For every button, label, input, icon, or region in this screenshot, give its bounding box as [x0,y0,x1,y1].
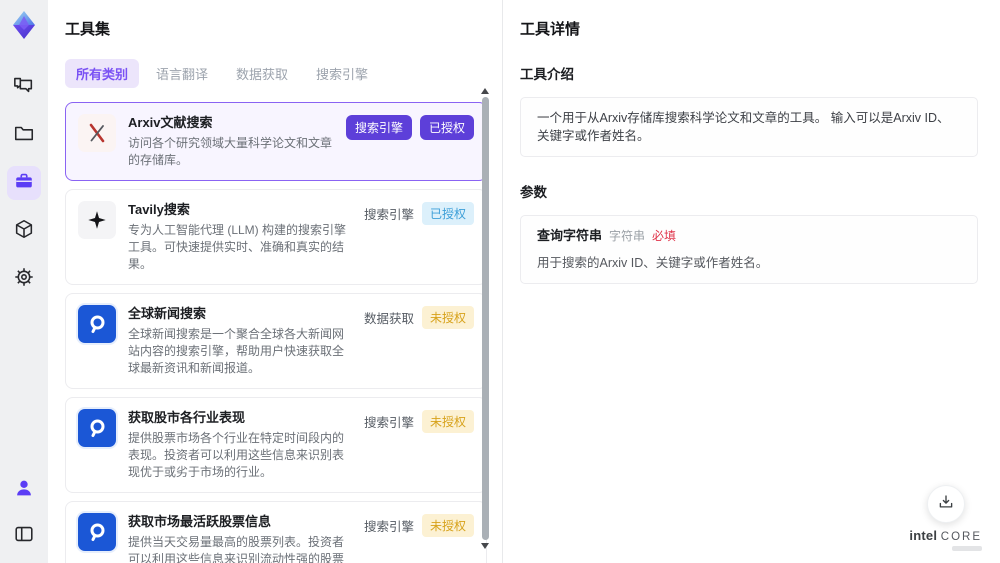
tab-all-categories[interactable]: 所有类别 [65,59,140,88]
search-q-icon [78,409,116,447]
param-required-badge: 必填 [652,229,677,243]
category-tag[interactable]: 搜索引擎 [345,115,412,140]
scroll-up-arrow-icon[interactable] [481,88,489,94]
param-description: 用于搜索的Arxiv ID、关键字或作者姓名。 [537,256,769,270]
param-name: 查询字符串 [537,228,603,243]
app-window: 工具集 所有类别 语言翻译 数据获取 搜索引擎 Arxiv文献搜索 访问各个研究… [0,0,1000,563]
tools-panel: 工具集 所有类别 语言翻译 数据获取 搜索引擎 Arxiv文献搜索 访问各个研究… [48,0,503,563]
download-icon [937,493,955,516]
tool-description: 专为人工智能代理 (LLM) 构建的搜索引擎工具。可快速提供实时、准确和真实的结… [128,223,347,271]
search-q-icon [78,513,116,551]
category-tag: 搜索引擎 [363,416,414,430]
sidebar [0,0,48,563]
tool-description: 全球新闻搜索是一个聚合全球各大新闻网站内容的搜索引擎，帮助用户快速获取全球最新资… [128,327,345,375]
tab-language-translation[interactable]: 语言翻译 [145,59,219,88]
tool-card-most-active-stocks[interactable]: 获取市场最活跃股票信息 提供当天交易量最高的股票列表。投资者可以利用这些信息来识… [65,501,487,563]
tool-card-sector-performance[interactable]: 获取股市各行业表现 提供股票市场各个行业在特定时间段内的表现。投资者可以利用这些… [65,397,487,493]
tab-data-acquisition[interactable]: 数据获取 [225,59,299,88]
briefcase-icon [13,170,35,197]
status-badge-authorized[interactable]: 已授权 [419,115,474,140]
panel-layout-icon [13,523,35,550]
sidebar-item-settings[interactable] [7,262,41,296]
folder-icon [13,122,35,149]
category-tag: 搜索引擎 [363,520,414,534]
user-icon [13,477,35,504]
intel-logo-text: intel [909,528,938,543]
tool-name: Tavily搜索 [128,202,190,217]
sidebar-item-chat[interactable] [7,70,41,104]
app-logo-icon [7,8,41,42]
tool-details-panel: 工具详情 工具介绍 一个用于从Arxiv存储库搜索科学论文和文章的工具。 输入可… [503,0,1000,563]
sidebar-item-toolbox[interactable] [7,166,41,200]
tool-name: 获取市场最活跃股票信息 [128,514,272,529]
tool-name: Arxiv文献搜索 [128,115,213,130]
status-badge-authorized: 已授权 [421,202,474,225]
tab-search-engine[interactable]: 搜索引擎 [305,59,379,88]
intel-core-logo: intel CORE [909,529,982,551]
tavily-star-icon [78,201,116,239]
cube-icon [13,218,35,245]
gear-icon [13,266,35,293]
core-logo-text: CORE [940,531,982,543]
sidebar-item-models[interactable] [7,214,41,248]
details-title: 工具详情 [520,21,581,38]
sidebar-nav [7,70,41,296]
intel-logo-subtext [952,546,982,551]
tool-description: 提供股票市场各个行业在特定时间段内的表现。投资者可以利用这些信息来识别表现优于或… [128,431,345,479]
scroll-down-arrow-icon[interactable] [481,543,489,549]
status-badge-unauthorized: 未授权 [421,306,474,329]
scrollbar-thumb[interactable] [481,97,489,540]
scrollbar[interactable] [481,88,489,549]
tool-name: 获取股市各行业表现 [128,410,246,425]
tool-card-arxiv[interactable]: Arxiv文献搜索 访问各个研究领域大量科学论文和文章的存储库。 搜索引擎 已授… [65,102,487,181]
arxiv-logo-icon [78,114,116,152]
sidebar-item-account[interactable] [7,473,41,507]
category-tag: 搜索引擎 [363,208,414,222]
tool-name: 全球新闻搜索 [128,306,207,321]
tool-description: 访问各个研究领域大量科学论文和文章的存储库。 [128,136,333,167]
params-section-title: 参数 [520,185,547,200]
page-title: 工具集 [65,21,111,38]
intro-section-title: 工具介绍 [520,67,574,82]
status-badge-unauthorized: 未授权 [421,514,474,537]
chat-icon [13,74,35,101]
tool-list: Arxiv文献搜索 访问各个研究领域大量科学论文和文章的存储库。 搜索引擎 已授… [65,102,487,563]
tool-description: 提供当天交易量最高的股票列表。投资者可以利用这些信息来识别流动性强的股票和潜在的… [128,535,345,563]
param-type: 字符串 [609,229,646,243]
sidebar-item-collapse[interactable] [7,519,41,553]
download-button[interactable] [926,485,965,523]
parameter-card: 查询字符串 字符串 必填 用于搜索的Arxiv ID、关键字或作者姓名。 [520,215,978,284]
category-tag: 数据获取 [363,312,414,326]
tool-intro-text: 一个用于从Arxiv存储库搜索科学论文和文章的工具。 输入可以是Arxiv ID… [520,97,978,157]
floating-tools: intel CORE [909,485,982,551]
sidebar-bottom [7,473,41,553]
sidebar-item-files[interactable] [7,118,41,152]
search-q-icon [78,305,116,343]
tool-card-tavily[interactable]: Tavily搜索 专为人工智能代理 (LLM) 构建的搜索引擎工具。可快速提供实… [65,189,487,285]
category-tabs: 所有类别 语言翻译 数据获取 搜索引擎 [65,59,502,88]
status-badge-unauthorized: 未授权 [421,410,474,433]
tool-card-global-news[interactable]: 全球新闻搜索 全球新闻搜索是一个聚合全球各大新闻网站内容的搜索引擎，帮助用户快速… [65,293,487,389]
